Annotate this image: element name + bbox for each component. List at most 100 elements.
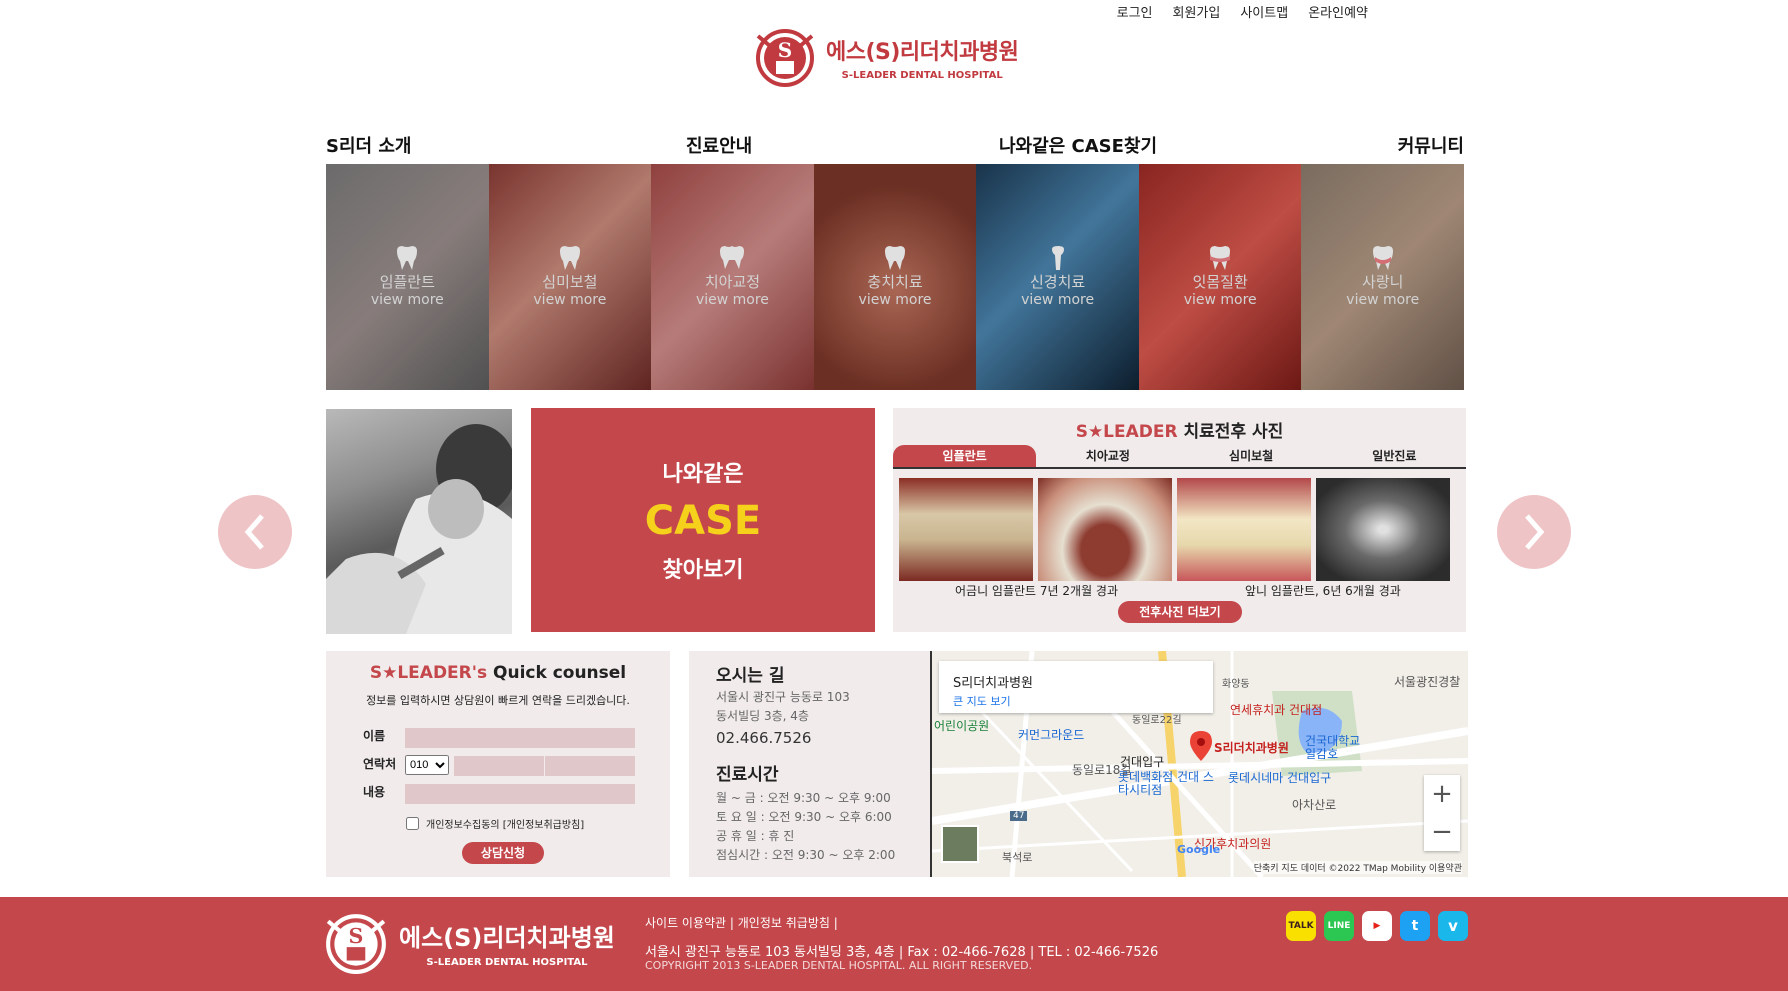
youtube-icon[interactable]: ▶ — [1362, 911, 1392, 941]
util-nav: 로그인 회원가입 사이트맵 온라인예약 — [1117, 2, 1368, 21]
map-label-lotte-dept: 롯데백화점 건대 스타시티점 — [1118, 770, 1214, 797]
gum-tooth-icon — [1210, 246, 1231, 270]
location-map[interactable]: S리더치과병원 큰 지도 보기 S리더치과병원 연세휴치과 건대점 커먼그라운드… — [930, 651, 1468, 877]
tab-orthodontics[interactable]: 치아교정 — [1036, 445, 1179, 467]
tooth-icon — [397, 246, 418, 270]
privacy-agree: 개인정보수집동의 [개인정보취급방침] — [402, 814, 584, 833]
label-content: 내용 — [363, 785, 386, 799]
directions-address-2: 동서빌딩 3층, 4층 — [716, 709, 809, 723]
caption-1: 어금니 임플란트 7년 2개월 경과 — [955, 584, 1119, 598]
tile-name: 충치치료 — [867, 273, 923, 291]
tab-implant[interactable]: 임플란트 — [893, 445, 1037, 467]
line-icon[interactable]: LINE — [1324, 911, 1354, 941]
hours-weekday: 월 ~ 금 : 오전 9:30 ~ 오후 9:00 — [716, 791, 891, 805]
signup-link[interactable]: 회원가입 — [1173, 2, 1221, 21]
tile-wisdom-tooth[interactable]: 사랑니 view more — [1301, 164, 1465, 390]
map-label-park: 어린이공원 — [934, 719, 990, 733]
directions-address-1: 서울시 광진구 능동로 103 — [716, 690, 850, 704]
tile-more: view more — [370, 292, 444, 308]
xray-photo-2[interactable] — [1316, 478, 1450, 581]
hours-saturday: 토 요 일 : 오전 9:30 ~ 오후 6:00 — [716, 810, 892, 824]
service-tiles: 임플란트 view more 심미보철 view more 치아교정 view … — [326, 164, 1465, 390]
svg-text:S: S — [349, 924, 364, 948]
before-photo-1[interactable] — [899, 478, 1033, 581]
hours-title: 진료시간 — [716, 765, 779, 785]
map-label-university: 건국대학교 일감호 — [1305, 734, 1361, 761]
phone-mid-input[interactable] — [454, 756, 544, 776]
map-info-card: S리더치과병원 큰 지도 보기 — [939, 661, 1213, 713]
map-zoom-controls: + − — [1424, 775, 1460, 851]
nav-case[interactable]: 나와같은 CASE찾기 — [999, 132, 1157, 158]
nav-about[interactable]: S리더 소개 — [326, 132, 411, 158]
before-after-title: S★LEADER 치료전후 사진 — [1075, 422, 1284, 442]
before-photo-2[interactable] — [1177, 478, 1311, 581]
map-place-name: S리더치과병원 — [953, 676, 1034, 691]
map-label-road-1: 아차산로 — [1292, 798, 1337, 812]
svg-text:S: S — [778, 38, 792, 62]
footer-address: 서울시 광진구 능동로 103 동서빌딩 3층, 4층 | Fax : 02-4… — [645, 945, 1159, 960]
vimeo-icon[interactable]: v — [1438, 911, 1468, 941]
nav-community[interactable]: 커뮤니티 — [1398, 132, 1464, 158]
find-case-banner[interactable]: 나와같은 CASE 찾아보기 — [531, 408, 875, 632]
tile-name: 잇몸질환 — [1192, 273, 1248, 291]
map-label-police: 서울광진경찰 — [1394, 675, 1461, 689]
zoom-in-button[interactable]: + — [1424, 775, 1460, 813]
big-map-link[interactable]: 큰 지도 보기 — [953, 693, 1011, 709]
privacy-label[interactable]: 개인정보수집동의 [개인정보취급방침] — [426, 816, 584, 831]
tile-gum-disease[interactable]: 잇몸질환 view more — [1138, 164, 1302, 390]
directions-phone: 02.466.7526 — [716, 729, 812, 747]
tile-orthodontics[interactable]: 치아교정 view more — [651, 164, 814, 390]
more-before-after-button[interactable]: 전후사진 더보기 — [1118, 601, 1242, 623]
tile-name: 심미보철 — [542, 273, 598, 291]
tile-cavity[interactable]: 충치치료 view more — [813, 164, 977, 390]
map-pin-icon[interactable] — [1190, 731, 1212, 761]
name-input[interactable] — [405, 728, 635, 748]
privacy-checkbox[interactable] — [406, 817, 419, 830]
login-link[interactable]: 로그인 — [1117, 2, 1153, 21]
map-label-area: 화양동 — [1222, 679, 1250, 690]
tab-general[interactable]: 일반진료 — [1323, 445, 1466, 467]
nav-treatment[interactable]: 진료안내 — [686, 132, 752, 158]
online-reservation-link[interactable]: 온라인예약 — [1308, 2, 1368, 21]
tile-root-canal[interactable]: 신경치료 view more — [976, 164, 1139, 390]
tile-more: view more — [533, 292, 607, 308]
site-logo[interactable]: S 에스(S)리더치과병원 S-LEADER DENTAL HOSPITAL — [752, 26, 1019, 88]
case-line3: 찾아보기 — [662, 558, 744, 583]
main-nav: S리더 소개 진료안내 나와같은 CASE찾기 커뮤니티 — [326, 132, 1464, 160]
sitemap-link[interactable]: 사이트맵 — [1240, 2, 1288, 21]
phone-prefix-select[interactable]: 010 — [405, 755, 449, 775]
tile-implant[interactable]: 임플란트 view more — [326, 164, 489, 390]
tile-esthetic[interactable]: 심미보철 view more — [488, 164, 652, 390]
tooth-icon — [885, 246, 906, 270]
tile-more: view more — [858, 292, 932, 308]
footer-logo-name: 에스(S)리더치과병원 — [399, 924, 615, 952]
next-slide-button[interactable] — [1497, 495, 1571, 569]
label-phone: 연락처 — [363, 757, 397, 771]
sns-links: TALK LINE ▶ t v — [1286, 911, 1468, 941]
footer-links[interactable]: 사이트 이용약관 | 개인정보 취급방침 | — [645, 914, 838, 931]
case-line2: CASE — [644, 498, 762, 544]
content-input[interactable] — [405, 784, 635, 804]
hospital-emblem-icon: S — [756, 29, 814, 87]
footer-logo-sub: S-LEADER DENTAL HOSPITAL — [426, 957, 588, 968]
tooth-icon — [559, 246, 580, 270]
footer-emblem-icon: S — [326, 914, 386, 974]
twitter-icon[interactable]: t — [1400, 911, 1430, 941]
prev-slide-button[interactable] — [218, 495, 292, 569]
tab-esthetic[interactable]: 심미보철 — [1180, 445, 1323, 467]
hours-holiday: 공 휴 일 : 휴 진 — [716, 829, 795, 843]
tile-name: 임플란트 — [379, 273, 435, 291]
after-photo-1[interactable] — [1038, 478, 1172, 581]
counsel-desc: 정보를 입력하시면 상담원이 빠르게 연락을 드리겠습니다. — [366, 694, 630, 707]
kakaotalk-icon[interactable]: TALK — [1286, 911, 1316, 941]
zoom-out-button[interactable]: − — [1424, 813, 1460, 851]
tile-name: 신경치료 — [1030, 273, 1086, 291]
hours-lunch: 점심시간 : 오전 9:30 ~ 오후 2:00 — [716, 848, 896, 862]
map-attribution[interactable]: 단축키 지도 데이터 ©2022 TMap Mobility 이용약관 — [1253, 861, 1462, 874]
map-label-hospital: S리더치과병원 — [1214, 741, 1289, 755]
footer-logo[interactable]: S 에스(S)리더치과병원 S-LEADER DENTAL HOSPITAL — [321, 911, 615, 975]
counsel-submit-button[interactable]: 상담신청 — [462, 842, 544, 864]
directions-title: 오시는 길 — [716, 666, 785, 686]
tile-more: view more — [1021, 292, 1095, 308]
phone-last-input[interactable] — [545, 756, 635, 776]
